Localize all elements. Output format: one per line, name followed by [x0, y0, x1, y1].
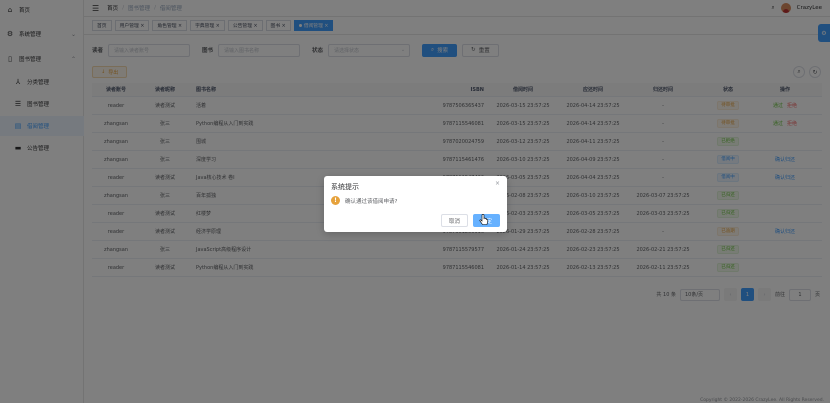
cancel-button[interactable]: 取消: [440, 214, 468, 227]
warning-icon: !: [331, 196, 340, 205]
close-icon[interactable]: ×: [495, 180, 500, 187]
dialog-buttons: 取消 确定: [440, 214, 500, 227]
dialog-message-row: ! 确认通过该借阅申请?: [331, 196, 397, 205]
hand-cursor-icon: [479, 214, 489, 225]
dialog-message: 确认通过该借阅申请?: [345, 198, 398, 205]
dialog-title: 系统提示: [331, 183, 359, 191]
